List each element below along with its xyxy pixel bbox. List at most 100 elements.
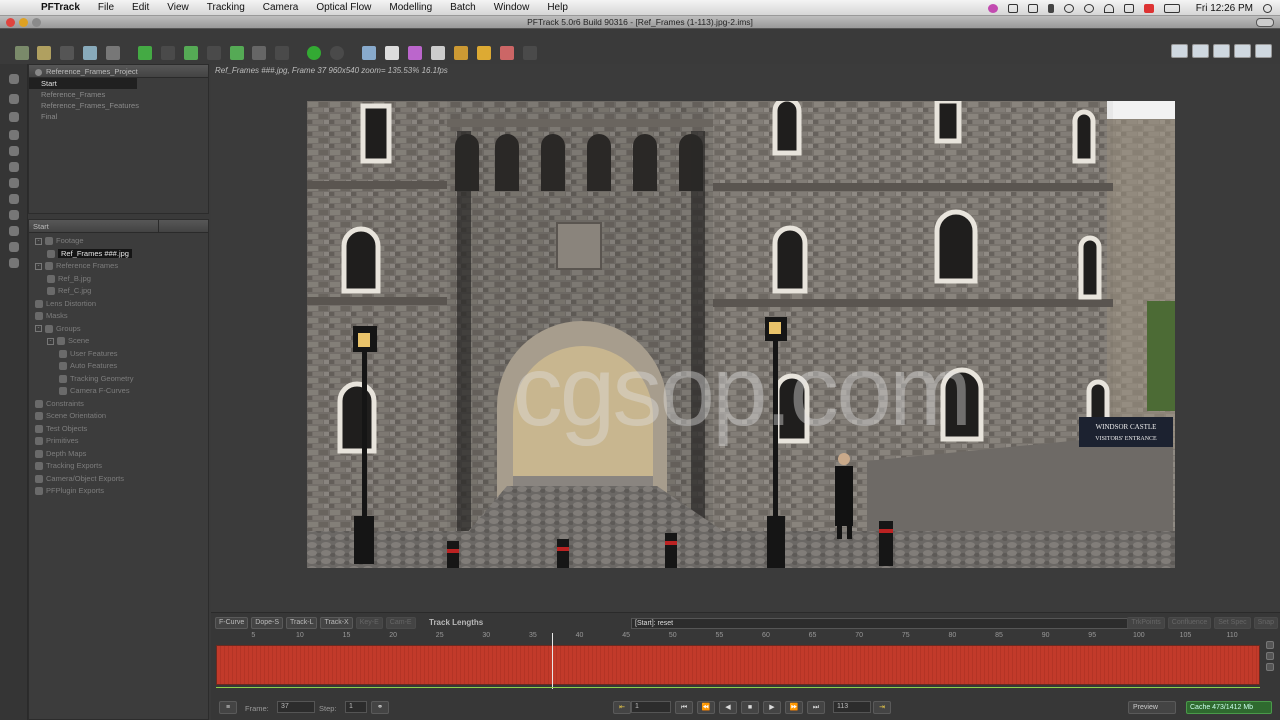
film-icon[interactable] (385, 46, 399, 60)
node-tool-icon[interactable] (37, 46, 51, 60)
timeline-option-button[interactable]: Snap (1253, 617, 1278, 629)
strip-tool-icon[interactable] (9, 130, 19, 140)
expander-icon[interactable]: - (35, 262, 42, 270)
project-node[interactable]: Reference_Frames (29, 89, 208, 100)
timeline-option-button[interactable]: Confluence (1167, 617, 1212, 629)
menu-tracking[interactable]: Tracking (198, 0, 254, 16)
play-back-button[interactable]: ◀ (719, 701, 737, 714)
layout-quad-icon[interactable] (1213, 44, 1230, 58)
goto-end-button[interactable]: ⏭ (807, 701, 825, 714)
flag-icon[interactable] (1143, 3, 1154, 13)
timeline-mode-button[interactable]: Dope-S (251, 617, 284, 629)
hash-icon[interactable] (454, 46, 468, 60)
set-out-button[interactable]: ⇥ (873, 701, 891, 714)
grid-icon[interactable] (252, 46, 266, 60)
menu-batch[interactable]: Batch (441, 0, 485, 16)
minus-icon[interactable] (275, 46, 289, 60)
project-tab[interactable]: Reference_Frames_Project (29, 65, 208, 78)
bluetooth-icon[interactable] (1047, 3, 1054, 13)
tree-item[interactable]: Auto Features (29, 360, 208, 373)
menu-optical-flow[interactable]: Optical Flow (307, 0, 380, 16)
record-dim-icon[interactable] (330, 46, 344, 60)
time-machine-icon[interactable] (1063, 3, 1074, 13)
footage-frame[interactable]: WINDSOR CASTLE VISITORS' ENTRANCE cgsop.… (307, 101, 1175, 568)
set-in-button[interactable]: ⇤ (613, 701, 631, 714)
menubar-clock[interactable]: Fri 12:26 PM (1196, 3, 1253, 14)
brush-icon[interactable] (408, 46, 422, 60)
tree-item[interactable]: - Reference Frames (29, 260, 208, 273)
tree-item[interactable]: Depth Maps (29, 448, 208, 461)
menu-toggle-button[interactable]: ≡ (219, 701, 237, 714)
arrow-green-icon[interactable] (138, 46, 152, 60)
tree-item[interactable]: Constraints (29, 398, 208, 411)
goto-start-button[interactable]: ⏮ (675, 701, 693, 714)
timeline-option-button[interactable]: Set Spec (1214, 617, 1251, 629)
timeline-mode-button[interactable]: Key-E (355, 617, 383, 629)
tree-item[interactable]: Camera/Object Exports (29, 473, 208, 486)
menu-modelling[interactable]: Modelling (380, 0, 441, 16)
stop-button[interactable]: ■ (741, 701, 759, 714)
menu-file[interactable]: File (89, 0, 123, 16)
pencil-tool-icon[interactable] (15, 46, 29, 60)
zoom-in-icon[interactable] (1266, 641, 1274, 649)
tree-header-node[interactable]: Start (29, 220, 159, 232)
sync-icon[interactable] (1083, 3, 1094, 13)
zoom-window-button[interactable] (32, 18, 41, 27)
tree-item[interactable]: Ref_C.jpg (29, 285, 208, 298)
axis-icon[interactable] (477, 46, 491, 60)
list-tool-icon[interactable] (60, 46, 74, 60)
menu-pftrack[interactable]: PFTrack (32, 0, 89, 16)
strip-tool-icon[interactable] (9, 146, 19, 156)
menu-help[interactable]: Help (538, 0, 577, 16)
expander-icon[interactable]: - (35, 237, 42, 245)
minimize-window-button[interactable] (19, 18, 28, 27)
zoom-out-icon[interactable] (1266, 652, 1274, 660)
menu-window[interactable]: Window (485, 0, 539, 16)
layout-other-icon[interactable] (1255, 44, 1272, 58)
wifi-icon[interactable] (1103, 3, 1114, 13)
step-forward-button[interactable]: ⏩ (785, 701, 803, 714)
strip-tool-icon[interactable] (9, 258, 19, 268)
status-icon[interactable] (987, 3, 998, 13)
record-icon[interactable] (1027, 3, 1038, 13)
strip-tool-icon[interactable] (9, 242, 19, 252)
layout-single-icon[interactable] (1171, 44, 1188, 58)
plus-dim-icon[interactable] (523, 46, 537, 60)
strip-tool-icon[interactable] (9, 94, 19, 104)
layout-full-icon[interactable] (1234, 44, 1251, 58)
volume-icon[interactable] (1123, 3, 1134, 13)
play-button[interactable]: ▶ (763, 701, 781, 714)
menu-edit[interactable]: Edit (123, 0, 158, 16)
grid-arrows-icon[interactable] (230, 46, 244, 60)
mesh-icon[interactable] (431, 46, 445, 60)
drive-tool-icon[interactable] (83, 46, 97, 60)
link-icon[interactable]: ⚭ (371, 701, 389, 714)
tree-item[interactable]: Scene Orientation (29, 410, 208, 423)
tree-item[interactable]: Camera F-Curves (29, 385, 208, 398)
timeline-option-button[interactable]: TrkPoints (1127, 617, 1165, 629)
tree-item[interactable]: Tracking Exports (29, 460, 208, 473)
image-viewer[interactable]: Ref_Frames ###.jpg, Frame 37 960x540 zoo… (211, 64, 1280, 612)
timeline-mode-button[interactable]: Cam-E (385, 617, 416, 629)
current-frame-marker[interactable] (551, 633, 553, 689)
expander-icon[interactable]: - (47, 337, 54, 345)
tree-item[interactable]: Ref_B.jpg (29, 273, 208, 286)
step-field[interactable]: 1 (345, 701, 367, 713)
strip-tool-icon[interactable] (9, 162, 19, 172)
figure-icon[interactable] (500, 46, 514, 60)
tree-item[interactable]: Ref_Frames ###.jpg (29, 248, 208, 261)
screen-icon[interactable] (1007, 3, 1018, 13)
project-node[interactable]: Start (29, 78, 137, 89)
strip-tool-icon[interactable] (9, 194, 19, 204)
tree-item[interactable]: Lens Distortion (29, 298, 208, 311)
timeline-mode-button[interactable]: Track-X (320, 617, 353, 629)
strip-tool-icon[interactable] (9, 178, 19, 188)
arrow-green-2-icon[interactable] (184, 46, 198, 60)
tree-item[interactable]: Masks (29, 310, 208, 323)
toolbar-toggle-button[interactable] (1256, 18, 1274, 27)
preview-dropdown[interactable]: Preview (1128, 701, 1176, 714)
timeline-mode-button[interactable]: F-Curve (215, 617, 249, 629)
tree-item[interactable]: Primitives (29, 435, 208, 448)
layout-split-icon[interactable] (1192, 44, 1209, 58)
arrow-dim-icon[interactable] (161, 46, 175, 60)
